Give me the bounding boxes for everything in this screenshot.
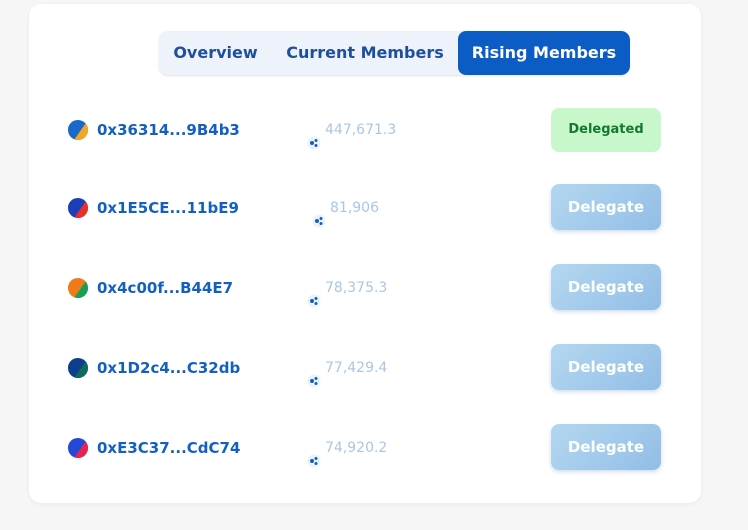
member-address[interactable]: 0x36314...9B4b3 xyxy=(97,106,240,154)
member-row: 0x1E5CE...11bE9 81,906 Delegate xyxy=(29,184,701,232)
tab-rising-members[interactable]: Rising Members xyxy=(458,31,630,75)
token-icon xyxy=(307,360,321,387)
member-address[interactable]: 0x1D2c4...C32db xyxy=(97,344,240,392)
member-row: 0x4c00f...B44E7 78,375.3 Delegate xyxy=(29,264,701,312)
token-icon xyxy=(307,122,321,149)
member-amount: 74,920.2 xyxy=(307,424,387,472)
delegate-button[interactable]: Delegate xyxy=(551,344,661,390)
member-row: 0x36314...9B4b3 447,671.3 Delegated xyxy=(29,106,701,154)
member-amount: 81,906 xyxy=(312,184,379,232)
member-address[interactable]: 0x4c00f...B44E7 xyxy=(97,264,233,312)
delegate-button[interactable]: Delegate xyxy=(551,424,661,470)
member-amount: 78,375.3 xyxy=(307,264,387,312)
delegate-button[interactable]: Delegate xyxy=(551,264,661,310)
amount-value: 77,429.4 xyxy=(325,360,388,376)
tab-bar: Overview Current Members Rising Members xyxy=(159,31,630,75)
token-icon xyxy=(312,200,326,227)
token-icon xyxy=(307,280,321,307)
tab-current-members[interactable]: Current Members xyxy=(272,31,458,75)
token-icon xyxy=(307,440,321,467)
delegated-button[interactable]: Delegated xyxy=(551,108,661,152)
avatar xyxy=(68,120,88,140)
member-address[interactable]: 0x1E5CE...11bE9 xyxy=(97,184,239,232)
delegate-button[interactable]: Delegate xyxy=(551,184,661,230)
members-card: Overview Current Members Rising Members … xyxy=(29,4,701,503)
member-amount: 447,671.3 xyxy=(307,106,396,154)
amount-value: 78,375.3 xyxy=(325,280,388,296)
avatar xyxy=(68,278,88,298)
avatar xyxy=(68,358,88,378)
member-amount: 77,429.4 xyxy=(307,344,387,392)
amount-value: 447,671.3 xyxy=(325,122,397,138)
avatar xyxy=(68,438,88,458)
amount-value: 81,906 xyxy=(330,200,379,216)
member-row: 0xE3C37...CdC74 74,920.2 Delegate xyxy=(29,424,701,472)
avatar xyxy=(68,198,88,218)
amount-value: 74,920.2 xyxy=(325,440,388,456)
member-address[interactable]: 0xE3C37...CdC74 xyxy=(97,424,240,472)
tab-overview[interactable]: Overview xyxy=(159,31,272,75)
member-row: 0x1D2c4...C32db 77,429.4 Delegate xyxy=(29,344,701,392)
